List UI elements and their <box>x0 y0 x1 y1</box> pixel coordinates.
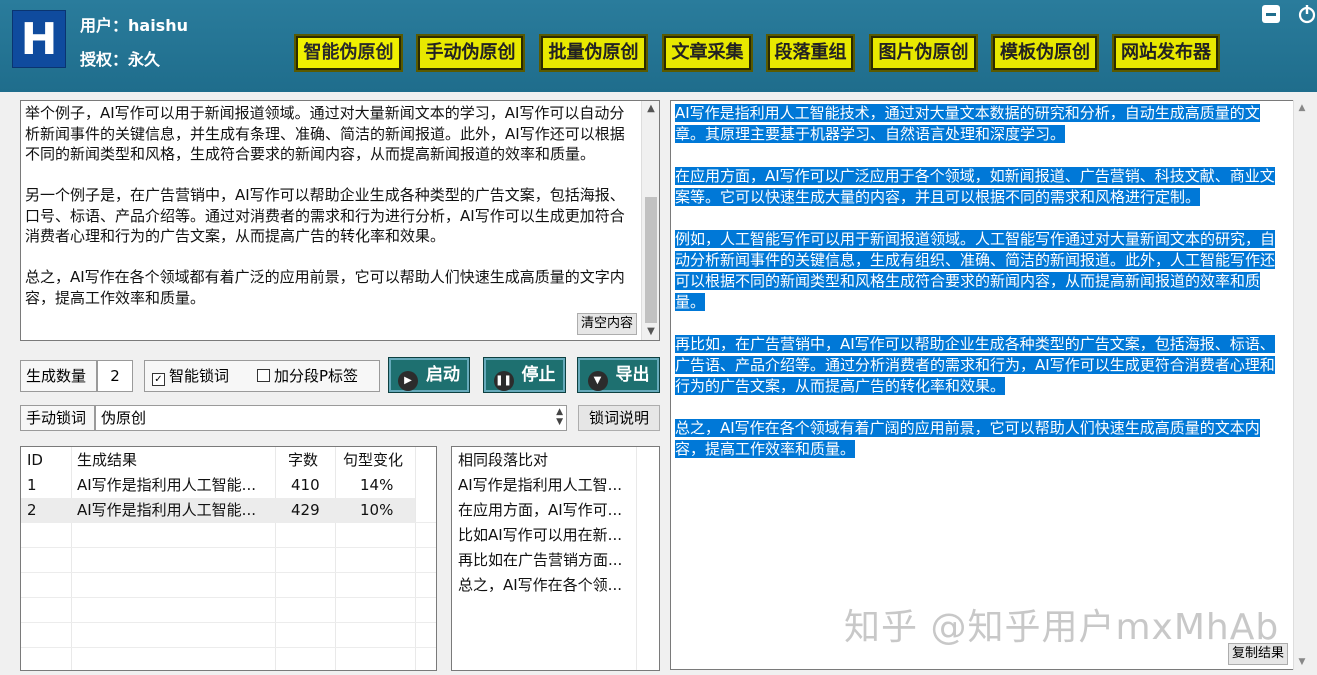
stop-label: 停止 <box>521 365 556 385</box>
start-label: 启动 <box>426 365 460 385</box>
p-tag-checkbox[interactable]: 加分段P标签 <box>257 361 358 391</box>
row-result: AI写作是指利用人工智能... <box>77 476 256 494</box>
table-row[interactable]: 1 AI写作是指利用人工智能... 410 14% <box>21 473 415 498</box>
output-text[interactable]: AI写作是指利用人工智能技术，通过对大量文本数据的研究和分析，自动生成高质量的文… <box>675 103 1285 460</box>
nav-article-collect[interactable]: 文章采集 <box>662 34 753 72</box>
list-item[interactable]: AI写作是指利用人工智... <box>458 473 634 498</box>
col-header-change[interactable]: 句型变化 <box>343 448 403 473</box>
smart-lock-checkbox[interactable]: ✓ 智能锁词 <box>152 361 229 391</box>
manual-lock-value: 伪原创 <box>101 409 147 427</box>
list-item[interactable]: 再比如在广告营销方面... <box>458 548 634 573</box>
output-paragraph: 在应用方面，AI写作可以广泛应用于各个领域，如新闻报道、广告营销、科技文献、商业… <box>675 167 1275 206</box>
source-text[interactable]: 举个例子，AI写作可以用于新闻报道领域。通过对大量新闻文本的学习，AI写作可以自… <box>25 103 637 338</box>
nav-site-publisher[interactable]: 网站发布器 <box>1112 34 1220 72</box>
lock-help-button[interactable]: 锁词说明 <box>578 405 660 431</box>
manual-lock-label: 手动锁词 <box>20 405 95 431</box>
nav-image-rewrite[interactable]: 图片伪原创 <box>869 34 978 72</box>
export-label: 导出 <box>615 365 650 385</box>
row-words: 429 <box>291 501 320 519</box>
p-tag-label: 加分段P标签 <box>274 367 359 385</box>
list-item[interactable]: 在应用方面，AI写作可... <box>458 498 634 523</box>
col-header-id[interactable]: ID <box>27 448 43 473</box>
scroll-up-icon[interactable]: ▲ <box>1294 100 1310 116</box>
clear-content-button[interactable]: 清空内容 <box>577 313 637 335</box>
app-logo: H <box>12 10 66 68</box>
row-words: 410 <box>291 476 320 494</box>
nav-template-rewrite[interactable]: 模板伪原创 <box>991 34 1099 72</box>
copy-result-button[interactable]: 复制结果 <box>1228 643 1288 665</box>
list-item[interactable]: 比如AI写作可以用在新... <box>458 523 634 548</box>
user-label: 用户：haishu <box>80 16 188 35</box>
col-header-compare[interactable]: 相同段落比对 <box>458 448 548 473</box>
nav-smart-rewrite[interactable]: 智能伪原创 <box>294 34 403 72</box>
count-input[interactable]: 2 <box>97 360 133 392</box>
watermark: 知乎 @知乎用户mxMhAb <box>844 607 1280 648</box>
output-scrollbar[interactable]: ▲ ▼ <box>1293 100 1310 670</box>
download-icon: ▼ <box>587 371 608 391</box>
row-result: AI写作是指利用人工智能... <box>77 501 256 519</box>
col-header-result[interactable]: 生成结果 <box>77 448 137 473</box>
source-text-area[interactable]: 举个例子，AI写作可以用于新闻报道领域。通过对大量新闻文本的学习，AI写作可以自… <box>20 100 660 341</box>
output-paragraph: 再比如，在广告营销中，AI写作可以帮助企业生成各种类型的广告文案，包括海报、标语… <box>675 335 1275 395</box>
row-change: 10% <box>360 501 394 519</box>
col-header-words[interactable]: 字数 <box>288 448 318 473</box>
list-item[interactable]: 总之，AI写作在各个领... <box>458 573 634 598</box>
table-row[interactable]: 2 AI写作是指利用人工智能... 429 10% <box>21 498 415 523</box>
source-scrollbar[interactable]: ▲ ▼ <box>641 101 659 340</box>
nav-paragraph-reorg[interactable]: 段落重组 <box>766 34 855 72</box>
scroll-up-icon[interactable]: ▲ <box>642 101 660 117</box>
compare-table: 相同段落比对 AI写作是指利用人工智... 在应用方面，AI写作可... 比如A… <box>451 446 660 671</box>
start-button[interactable]: ▶ 启动 <box>388 357 470 393</box>
pause-icon: ❚❚ <box>493 371 514 391</box>
nav-manual-rewrite[interactable]: 手动伪原创 <box>416 34 525 72</box>
results-table: ID 生成结果 字数 句型变化 1 AI写作是指利用人工智能... 410 14… <box>20 446 437 671</box>
smart-lock-label: 智能锁词 <box>169 367 230 385</box>
nav-batch-rewrite[interactable]: 批量伪原创 <box>539 34 648 72</box>
power-icon[interactable] <box>1297 4 1317 24</box>
row-change: 14% <box>360 476 394 494</box>
license-label: 授权：永久 <box>80 50 161 69</box>
scroll-down-icon[interactable]: ▼ <box>642 324 660 340</box>
scroll-thumb[interactable] <box>645 197 657 323</box>
output-paragraph: 例如，人工智能写作可以用于新闻报道领域。人工智能写作通过对大量新闻文本的研究，自… <box>675 230 1276 311</box>
export-button[interactable]: ▼ 导出 <box>577 357 660 393</box>
scroll-down-icon[interactable]: ▼ <box>1294 654 1310 670</box>
output-paragraph: AI写作是指利用人工智能技术，通过对大量文本数据的研究和分析，自动生成高质量的文… <box>675 104 1260 143</box>
options-group: ✓ 智能锁词 加分段P标签 <box>144 360 380 392</box>
stop-button[interactable]: ❚❚ 停止 <box>483 357 566 393</box>
row-id: 2 <box>27 501 37 519</box>
output-text-area[interactable]: AI写作是指利用人工智能技术，通过对大量文本数据的研究和分析，自动生成高质量的文… <box>670 100 1310 670</box>
count-label: 生成数量 <box>20 360 97 392</box>
output-paragraph: 总之，AI写作在各个领域有着广阔的应用前景，它可以帮助人们快速生成高质量的文本内… <box>675 419 1260 458</box>
spinner-icon[interactable]: ▲ ▼ <box>556 407 563 427</box>
row-id: 1 <box>27 476 37 494</box>
play-icon: ▶ <box>398 371 418 391</box>
minimize-icon[interactable] <box>1261 4 1281 24</box>
checkbox-unchecked-icon[interactable] <box>257 369 270 382</box>
app-header: H 用户：haishu 授权：永久 智能伪原创 手动伪原创 批量伪原创 文章采集… <box>0 0 1317 92</box>
manual-lock-input[interactable]: 伪原创 ▲ ▼ <box>95 405 567 431</box>
checkbox-checked-icon[interactable]: ✓ <box>152 373 165 386</box>
